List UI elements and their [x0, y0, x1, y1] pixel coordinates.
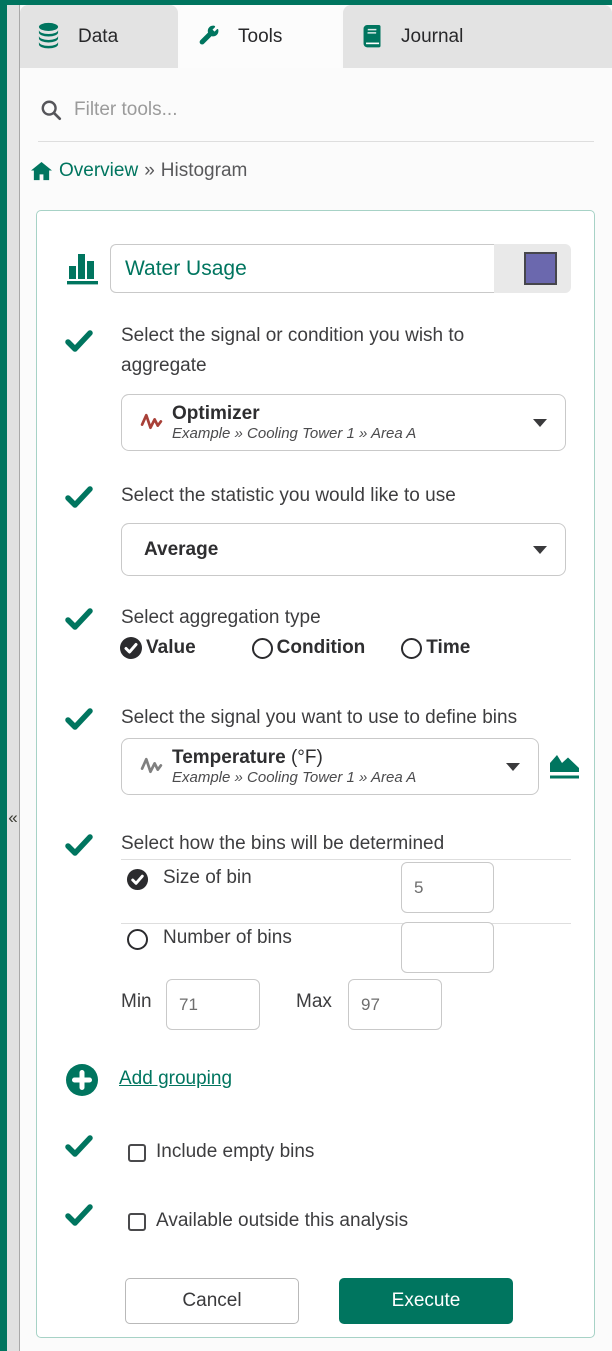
available-outside-checkbox[interactable]: [128, 1213, 146, 1231]
bins-determined-label: Select how the bins will be determined: [121, 829, 444, 859]
max-input[interactable]: [348, 979, 442, 1030]
number-of-bins-input[interactable]: [401, 922, 494, 973]
step-complete-check-icon: [65, 485, 93, 509]
statistic-dropdown[interactable]: Average: [121, 523, 566, 576]
signal-icon: [139, 754, 164, 779]
tab-journal-label: Journal: [401, 26, 463, 48]
breadcrumb-separator: »: [144, 160, 155, 182]
home-icon[interactable]: [30, 161, 53, 182]
aggregation-type-radio-group: Value Condition Time: [119, 636, 470, 660]
available-outside-label: Available outside this analysis: [156, 1206, 408, 1236]
step-complete-check-icon: [65, 329, 93, 353]
left-rail: [0, 0, 7, 1351]
tab-data[interactable]: Data: [20, 5, 178, 68]
number-of-bins-label: Number of bins: [163, 927, 292, 949]
radio-number-of-bins[interactable]: [127, 929, 148, 950]
chevron-down-icon: [533, 546, 547, 554]
radio-condition[interactable]: [252, 638, 273, 659]
bins-divider: [121, 923, 571, 924]
include-empty-bins-label: Include empty bins: [156, 1137, 314, 1167]
step-complete-check-icon: [65, 1203, 93, 1227]
filter-tools-bar: [40, 93, 580, 127]
color-swatch-button[interactable]: [524, 252, 557, 285]
step-complete-check-icon: [65, 1134, 93, 1158]
wrench-icon: [197, 25, 220, 48]
step-complete-check-icon: [65, 707, 93, 731]
radio-condition-label[interactable]: Condition: [277, 637, 366, 659]
bin-signal-label: Select the signal you want to use to def…: [121, 703, 517, 733]
aggregation-type-label: Select aggregation type: [121, 603, 321, 633]
size-of-bin-label: Size of bin: [163, 867, 252, 889]
bins-divider: [121, 859, 571, 860]
add-grouping-link[interactable]: Add grouping: [119, 1068, 232, 1090]
tab-tools-label: Tools: [238, 26, 282, 48]
histogram-icon: [65, 248, 102, 286]
execute-button[interactable]: Execute: [339, 1278, 513, 1324]
radio-time[interactable]: [401, 638, 422, 659]
journal-icon: [360, 24, 383, 50]
panel-gutter: [7, 5, 20, 1351]
radio-time-label[interactable]: Time: [426, 637, 470, 659]
statistic-label: Select the statistic you would like to u…: [121, 481, 456, 511]
bin-signal-dropdown-title: Temperature (°F): [172, 747, 416, 769]
database-icon: [37, 22, 60, 51]
plus-circle-icon[interactable]: [65, 1063, 99, 1097]
breadcrumb: Overview » Histogram: [30, 157, 247, 185]
step-complete-check-icon: [65, 833, 93, 857]
histogram-tool-card: Select the signal or condition you wish …: [36, 210, 595, 1338]
include-empty-bins-checkbox[interactable]: [128, 1144, 146, 1162]
bin-signal-dropdown[interactable]: Temperature (°F) Example » Cooling Tower…: [121, 738, 539, 795]
size-of-bin-input[interactable]: [401, 862, 494, 913]
breadcrumb-overview-link[interactable]: Overview: [59, 160, 138, 182]
aggregate-dropdown-path: Example » Cooling Tower 1 » Area A: [172, 425, 416, 443]
bin-signal-unit: (°F): [291, 747, 323, 768]
tool-name-input[interactable]: [110, 244, 494, 293]
tab-journal[interactable]: Journal: [343, 5, 612, 68]
area-chart-icon[interactable]: [548, 750, 581, 781]
aggregate-signal-label: Select the signal or condition you wish …: [121, 321, 523, 381]
min-label: Min: [121, 991, 152, 1013]
collapse-panel-handle[interactable]: «: [6, 806, 20, 830]
aggregate-dropdown-title: Optimizer: [172, 403, 416, 425]
aggregate-signal-dropdown[interactable]: Optimizer Example » Cooling Tower 1 » Ar…: [121, 394, 566, 451]
max-label: Max: [296, 991, 332, 1013]
filter-tools-input[interactable]: [74, 99, 514, 121]
chevron-down-icon: [506, 763, 520, 771]
search-icon: [40, 99, 62, 121]
bin-signal-dropdown-path: Example » Cooling Tower 1 » Area A: [172, 769, 416, 787]
radio-selected-icon[interactable]: [119, 636, 143, 660]
tab-tools[interactable]: Tools: [180, 5, 341, 68]
chevron-down-icon: [533, 419, 547, 427]
tab-data-label: Data: [78, 26, 118, 48]
signal-icon: [139, 410, 164, 435]
radio-value-label[interactable]: Value: [146, 637, 196, 659]
cancel-button[interactable]: Cancel: [125, 1278, 299, 1324]
breadcrumb-current: Histogram: [161, 160, 248, 182]
filter-divider: [38, 141, 594, 142]
radio-selected-icon[interactable]: [126, 868, 149, 891]
step-complete-check-icon: [65, 607, 93, 631]
statistic-dropdown-title: Average: [144, 539, 218, 561]
min-input[interactable]: [166, 979, 260, 1030]
